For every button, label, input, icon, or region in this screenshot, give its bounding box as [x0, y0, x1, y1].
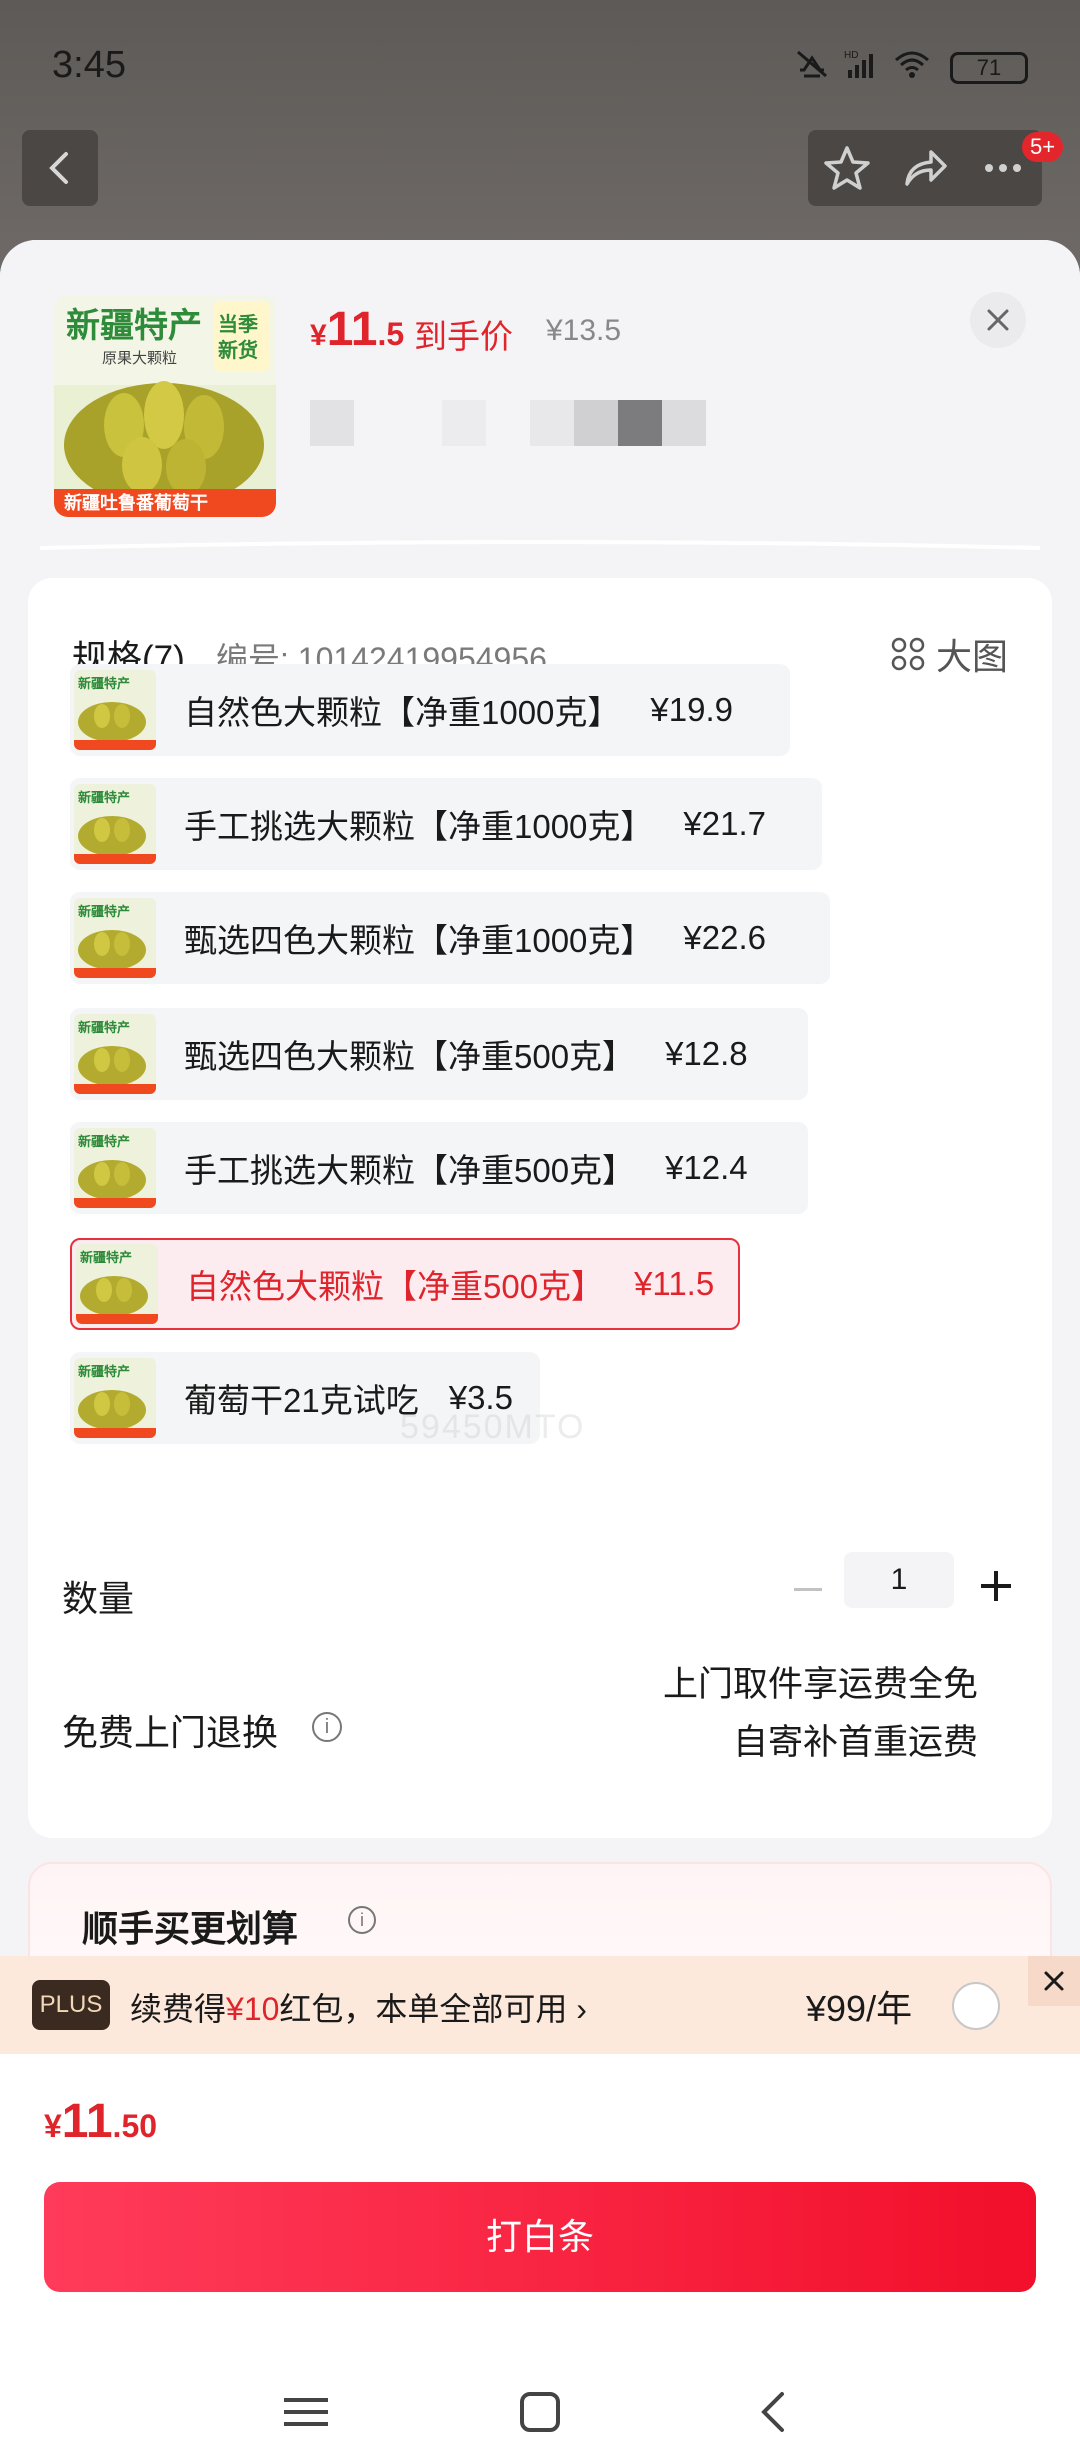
- spec-sheet: 新疆特产 原果大颗粒 当季 新货 新疆吐鲁番葡萄干 ¥11.5 到手价 ¥13.…: [0, 240, 1080, 2460]
- svg-text:原果大颗粒: 原果大颗粒: [102, 349, 177, 367]
- mute-icon: [797, 50, 827, 78]
- back-nav-icon[interactable]: [752, 2390, 796, 2434]
- watermark: 59450MTO: [400, 1408, 586, 1446]
- close-icon: [1044, 1971, 1064, 1991]
- option-thumbnail: 新疆特产: [76, 1244, 158, 1324]
- plus-membership-banner[interactable]: PLUS 续费得¥10红包，本单全部可用 › ¥99/年: [0, 1956, 1080, 2054]
- svg-text:新疆特产: 新疆特产: [78, 904, 130, 920]
- checkout-button[interactable]: 打白条: [44, 2182, 1036, 2292]
- plus-select-radio[interactable]: [952, 1982, 1000, 2030]
- svg-text:HD: HD: [844, 50, 858, 61]
- option-price: ¥12.4: [665, 1149, 748, 1186]
- current-price: ¥11.5: [310, 303, 405, 356]
- sheet-header: 新疆特产 原果大颗粒 当季 新货 新疆吐鲁番葡萄干 ¥11.5 到手价 ¥13.…: [0, 240, 1080, 550]
- chevron-left-icon: [49, 152, 68, 184]
- system-nav-bar: [0, 2364, 1080, 2460]
- spec-option[interactable]: 新疆特产自然色大颗粒【净重500克】 ¥11.5: [70, 1238, 740, 1330]
- plus-price: ¥99/年: [806, 1988, 913, 2029]
- option-thumbnail: 新疆特产: [74, 898, 156, 978]
- return-policy-line2: 自寄补首重运费: [732, 1723, 978, 1762]
- plus-icon: [981, 1571, 1011, 1601]
- share-icon[interactable]: [899, 142, 951, 194]
- option-name: 手工挑选大颗粒【净重500克】: [184, 1152, 636, 1189]
- option-thumbnail: 新疆特产: [74, 1014, 156, 1094]
- battery-icon: 71: [950, 52, 1028, 84]
- option-price: ¥19.9: [650, 691, 734, 728]
- bundle-title: 顺手买更划算: [82, 1908, 299, 1949]
- checkout-bar: ¥11.50 打白条: [0, 2054, 1080, 2460]
- product-image[interactable]: 新疆特产 原果大颗粒 当季 新货 新疆吐鲁番葡萄干: [54, 295, 276, 517]
- signal-icon: HD: [844, 50, 873, 78]
- svg-text:新疆特产: 新疆特产: [66, 306, 202, 346]
- spec-card: 规格(7) 编号: 10142419954956 大图 新疆特产 自然色大颗粒【净…: [28, 578, 1052, 1838]
- svg-text:新疆特产: 新疆特产: [78, 1364, 130, 1380]
- plus-close-button[interactable]: [1028, 1956, 1080, 2006]
- close-icon: [987, 309, 1009, 331]
- option-price: ¥21.7: [683, 805, 767, 842]
- home-icon[interactable]: [518, 2390, 562, 2434]
- minus-icon: [794, 1588, 822, 1591]
- option-name: 甄选四色大颗粒【净重1000克】: [184, 922, 654, 959]
- status-time: 3:45: [52, 44, 126, 86]
- svg-text:新疆吐鲁番葡萄干: 新疆吐鲁番葡萄干: [64, 492, 208, 514]
- grid-icon: [891, 637, 925, 671]
- header-divider: [40, 540, 1040, 550]
- option-price: ¥22.6: [683, 919, 767, 956]
- option-name: 甄选四色大颗粒【净重500克】: [184, 1038, 636, 1075]
- more-icon[interactable]: [977, 142, 1029, 194]
- svg-text:当季: 当季: [218, 312, 258, 336]
- wifi-icon: [895, 51, 929, 78]
- quantity-label: 数量: [62, 1578, 135, 1619]
- quantity-input[interactable]: 1: [844, 1552, 954, 1608]
- option-price: ¥11.5: [634, 1265, 715, 1302]
- spec-option[interactable]: 新疆特产手工挑选大颗粒【净重500克】 ¥12.4: [70, 1122, 808, 1214]
- spec-option[interactable]: 新疆特产自然色大颗粒【净重1000克】 ¥19.9: [70, 664, 790, 756]
- status-icons: HD: [794, 48, 930, 80]
- svg-text:新疆特产: 新疆特产: [78, 1134, 130, 1150]
- return-policy-line1: 上门取件享运费全免: [662, 1665, 978, 1704]
- spec-option[interactable]: 新疆特产手工挑选大颗粒【净重1000克】 ¥21.7: [70, 778, 822, 870]
- quantity-increase-button[interactable]: [976, 1558, 1016, 1614]
- quantity-decrease-button[interactable]: [788, 1562, 828, 1618]
- svg-text:新疆特产: 新疆特产: [78, 1020, 130, 1036]
- big-image-toggle[interactable]: 大图: [890, 628, 1008, 680]
- big-image-label: 大图: [935, 636, 1008, 677]
- option-thumbnail: 新疆特产: [74, 784, 156, 864]
- blurred-info: [310, 400, 710, 446]
- option-name: 自然色大颗粒【净重1000克】: [184, 694, 621, 731]
- notification-badge: 5+: [1022, 132, 1064, 162]
- spec-option[interactable]: 新疆特产甄选四色大颗粒【净重500克】 ¥12.8: [70, 1008, 808, 1100]
- free-return-label: 免费上门退换: [62, 1712, 279, 1753]
- close-button[interactable]: [970, 292, 1026, 348]
- option-price: ¥12.8: [665, 1035, 748, 1072]
- option-name: 自然色大颗粒【净重500克】: [186, 1268, 605, 1305]
- option-name: 手工挑选大颗粒【净重1000克】: [184, 808, 654, 845]
- plus-promo-text: 续费得¥10红包，本单全部可用 ›: [130, 1991, 587, 2027]
- info-icon[interactable]: i: [348, 1906, 376, 1934]
- top-action-group: [808, 130, 1042, 206]
- svg-text:新疆特产: 新疆特产: [78, 790, 130, 806]
- spec-option[interactable]: 新疆特产甄选四色大颗粒【净重1000克】 ¥22.6: [70, 892, 830, 984]
- info-icon[interactable]: i: [312, 1712, 342, 1742]
- svg-text:新货: 新货: [218, 338, 258, 362]
- menu-icon[interactable]: [284, 2392, 328, 2432]
- option-thumbnail: 新疆特产: [74, 1358, 156, 1438]
- final-price-label: 到手价: [414, 318, 513, 355]
- total-price: ¥11.50: [44, 2095, 158, 2148]
- star-icon[interactable]: [821, 142, 873, 194]
- option-thumbnail: 新疆特产: [74, 670, 156, 750]
- option-thumbnail: 新疆特产: [74, 1128, 156, 1208]
- plus-tag: PLUS: [32, 1980, 110, 2030]
- option-name: 葡萄干21克试吃: [184, 1382, 419, 1419]
- svg-text:新疆特产: 新疆特产: [80, 1250, 132, 1266]
- status-bar: 3:45 HD 71: [0, 0, 1080, 130]
- original-price: ¥13.5: [546, 314, 622, 347]
- svg-text:新疆特产: 新疆特产: [78, 676, 130, 692]
- back-button[interactable]: [22, 130, 98, 206]
